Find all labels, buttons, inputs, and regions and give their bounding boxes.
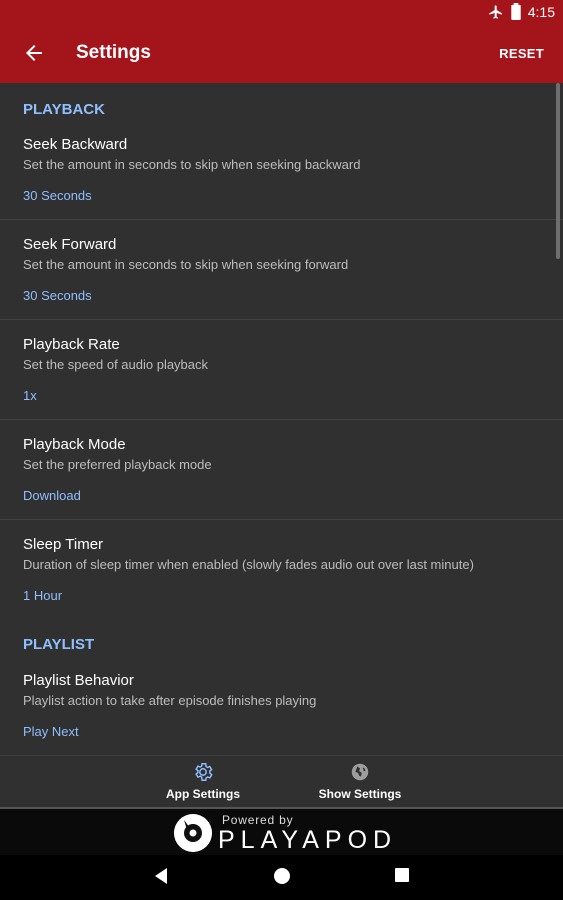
setting-playback-rate[interactable]: Playback Rate Set the speed of audio pla… [0, 319, 563, 420]
setting-description: Set the amount in seconds to skip when s… [23, 157, 361, 172]
reset-button[interactable]: RESET [499, 46, 544, 61]
airplane-icon [489, 4, 502, 19]
setting-description: Set the speed of audio playback [23, 357, 209, 372]
setting-name: Seek Backward [23, 136, 128, 153]
section-header-playlist: PLAYLIST [23, 636, 95, 653]
setting-value: Play Next [23, 724, 79, 739]
status-icons: 4:15 [488, 3, 555, 20]
setting-playlist-behavior[interactable]: Playlist Behavior Playlist action to tak… [0, 655, 563, 755]
tab-label: Show Settings [318, 787, 402, 801]
nav-back-icon[interactable] [153, 867, 169, 885]
section-header-playback: PLAYBACK [23, 101, 105, 118]
powered-by-label: Powered by [222, 813, 294, 827]
setting-name: Seek Forward [23, 236, 117, 253]
setting-value: 1 Hour [23, 588, 63, 603]
nav-recents-icon[interactable] [394, 867, 410, 883]
app-bar: Settings RESET [0, 24, 563, 83]
setting-value: Download [23, 488, 81, 503]
bottom-tab-bar: App Settings Show Settings [0, 755, 563, 808]
setting-seek-backward[interactable]: Seek Backward Set the amount in seconds … [0, 119, 563, 220]
gear-icon [195, 763, 213, 781]
nav-home-icon[interactable] [273, 867, 291, 885]
system-nav-bar [0, 855, 563, 900]
playapod-logo-icon [174, 814, 212, 852]
setting-name: Playback Rate [23, 336, 120, 353]
status-bar: 4:15 [0, 0, 563, 24]
setting-value: 1x [23, 388, 37, 403]
setting-playback-mode[interactable]: Playback Mode Set the preferred playback… [0, 419, 563, 520]
setting-name: Playback Mode [23, 436, 126, 453]
powered-by-footer: Powered by PLAYAPOD [0, 807, 563, 857]
setting-value: 30 Seconds [23, 288, 92, 303]
setting-description: Set the preferred playback mode [23, 457, 212, 472]
brand-name: PLAYAPOD [218, 826, 398, 854]
settings-list: PLAYBACK Seek Backward Set the amount in… [0, 83, 563, 755]
tab-show-settings[interactable]: Show Settings [260, 756, 460, 808]
setting-description: Duration of sleep timer when enabled (sl… [23, 557, 474, 572]
arrow-back-icon[interactable] [20, 41, 48, 65]
setting-seek-forward[interactable]: Seek Forward Set the amount in seconds t… [0, 219, 563, 320]
globe-icon [351, 763, 369, 781]
battery-icon [511, 3, 521, 20]
setting-name: Sleep Timer [23, 536, 104, 553]
page-title: Settings [76, 42, 151, 63]
setting-description: Set the amount in seconds to skip when s… [23, 257, 349, 272]
setting-name: Playlist Behavior [23, 672, 134, 689]
scrollbar[interactable] [556, 83, 560, 259]
setting-value: 30 Seconds [23, 188, 92, 203]
setting-sleep-timer[interactable]: Sleep Timer Duration of sleep timer when… [0, 519, 563, 619]
status-time: 4:15 [527, 3, 555, 20]
setting-description: Playlist action to take after episode fi… [23, 693, 317, 708]
